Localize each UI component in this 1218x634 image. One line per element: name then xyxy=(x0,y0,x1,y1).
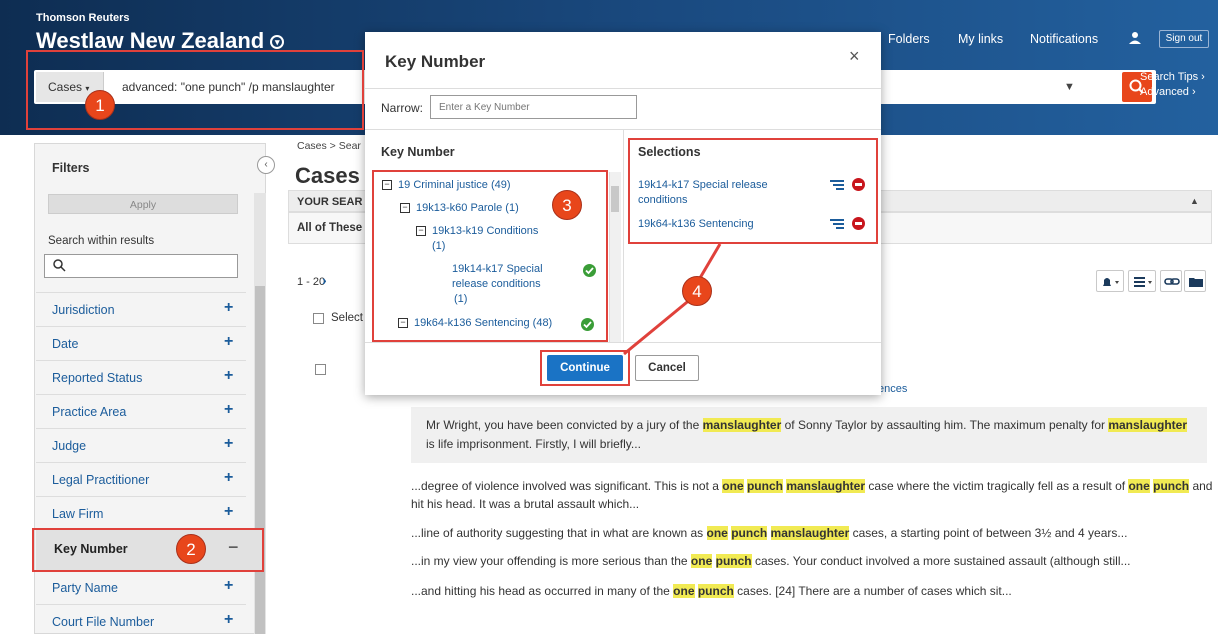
plus-icon[interactable]: + xyxy=(224,503,233,521)
search-tips-link[interactable]: Search Tips › xyxy=(1140,70,1205,85)
chevron-down-icon[interactable]: ▼ xyxy=(1064,72,1075,102)
list-view-button[interactable] xyxy=(1128,270,1156,292)
plus-icon[interactable]: + xyxy=(224,435,233,453)
advanced-search-link[interactable]: Advanced › xyxy=(1140,85,1205,100)
result-snippet: hit his head. It was a brutal assault wh… xyxy=(411,497,640,511)
list-icon xyxy=(1134,277,1152,287)
annotation-box-continue xyxy=(540,350,630,386)
brand-company: Thomson Reuters xyxy=(36,12,130,24)
narrow-input[interactable] xyxy=(430,95,637,119)
dialog-title: Key Number xyxy=(385,52,486,71)
key-number-column-heading: Key Number xyxy=(381,145,455,159)
filters-title: Filters xyxy=(52,161,90,175)
caret-up-icon[interactable]: ▲ xyxy=(1190,196,1199,206)
plus-icon[interactable]: + xyxy=(224,299,233,317)
search-within-label: Search within results xyxy=(48,235,155,247)
filter-judge[interactable]: Judge + xyxy=(36,428,246,462)
filter-label: Practice Area xyxy=(52,405,127,419)
sign-out-button[interactable]: Sign out xyxy=(1159,30,1209,48)
bell-icon xyxy=(1103,278,1119,286)
annotation-badge-1: 1 xyxy=(85,90,115,120)
result-snippet: is life imprisonment. Firstly, I will br… xyxy=(426,437,641,451)
annotation-badge-4: 4 xyxy=(682,276,712,306)
filter-reported-status[interactable]: Reported Status + xyxy=(36,360,246,394)
annotation-box-2 xyxy=(32,528,264,572)
plus-icon[interactable]: + xyxy=(224,469,233,487)
result-link-fragment[interactable]: ences xyxy=(878,383,907,395)
filter-practice-area[interactable]: Practice Area + xyxy=(36,394,246,428)
chevron-left-icon: ‹ xyxy=(264,159,268,170)
search-tips-links: Search Tips › Advanced › xyxy=(1140,70,1205,100)
annotation-box-1 xyxy=(26,50,364,130)
folder-icon xyxy=(1189,278,1203,287)
sidebar-scroll-thumb[interactable] xyxy=(255,286,265,634)
search-within-input[interactable] xyxy=(44,254,238,278)
search-icon xyxy=(53,259,66,272)
annotation-connector xyxy=(623,243,722,356)
chevron-down-icon[interactable]: ▾ xyxy=(270,35,285,50)
result-snippet: ...and hitting his head as occurred in m… xyxy=(411,584,1012,598)
annotation-box-4 xyxy=(628,138,878,244)
filter-label: Law Firm xyxy=(52,507,104,521)
result-snippet: Mr Wright, you have been convicted by a … xyxy=(426,418,1188,432)
filter-label: Judge xyxy=(52,439,87,453)
apply-button[interactable]: Apply xyxy=(48,194,238,214)
close-icon[interactable]: × xyxy=(849,46,860,67)
result-snippet: ...degree of violence involved was signi… xyxy=(411,479,1213,493)
filter-label: Date xyxy=(52,337,79,351)
user-icon[interactable] xyxy=(1128,31,1142,45)
filter-legal-practitioner[interactable]: Legal Practitioner + xyxy=(36,462,246,496)
filter-label: Reported Status xyxy=(52,371,143,385)
annotation-badge-3: 3 xyxy=(552,190,582,220)
result-toolbar xyxy=(1096,270,1212,292)
filter-label: Party Name xyxy=(52,581,118,595)
divider xyxy=(365,88,881,89)
nav-my-links[interactable]: My links xyxy=(958,32,1003,46)
plus-icon[interactable]: + xyxy=(224,611,233,629)
chevron-right-icon[interactable]: › xyxy=(322,272,327,288)
nav-folders[interactable]: Folders xyxy=(888,32,930,46)
plus-icon[interactable]: + xyxy=(224,333,233,351)
select-all-checkbox[interactable] xyxy=(313,313,324,324)
link-icon xyxy=(1164,278,1180,285)
your-search-label: YOUR SEAR xyxy=(297,196,363,208)
filter-label: Jurisdiction xyxy=(52,303,115,317)
filter-party-name[interactable]: Party Name + xyxy=(36,570,246,604)
folder-button[interactable] xyxy=(1184,270,1206,292)
narrow-label: Narrow: xyxy=(381,101,424,115)
pager-range: 1 - 20 xyxy=(297,276,326,288)
filter-label: Court File Number xyxy=(52,615,155,629)
filter-label: Legal Practitioner xyxy=(52,473,150,487)
collapse-panel-button[interactable]: ‹ xyxy=(257,156,275,174)
select-all-label: Select xyxy=(331,312,363,324)
result-snippet: ...line of authority suggesting that in … xyxy=(411,526,1128,540)
tree-scroll-thumb[interactable] xyxy=(611,186,619,212)
filter-law-firm[interactable]: Law Firm + xyxy=(36,496,246,530)
plus-icon[interactable]: + xyxy=(224,367,233,385)
plus-icon[interactable]: + xyxy=(224,577,233,595)
breadcrumb[interactable]: Cases > Sear xyxy=(297,140,361,152)
link-button[interactable] xyxy=(1160,270,1182,292)
result-snippet: ...in my view your offending is more ser… xyxy=(411,554,1131,568)
page-title: Cases ( xyxy=(295,163,374,188)
all-of-these-label: All of These xyxy=(297,222,363,234)
filter-court-file-number[interactable]: Court File Number + xyxy=(36,604,246,634)
nav-notifications[interactable]: Notifications xyxy=(1030,32,1098,46)
filter-jurisdiction[interactable]: Jurisdiction + xyxy=(36,292,246,326)
annotation-badge-2: 2 xyxy=(176,534,206,564)
plus-icon[interactable]: + xyxy=(224,401,233,419)
filter-date[interactable]: Date + xyxy=(36,326,246,360)
alert-button[interactable] xyxy=(1096,270,1124,292)
result-checkbox[interactable] xyxy=(315,364,326,375)
